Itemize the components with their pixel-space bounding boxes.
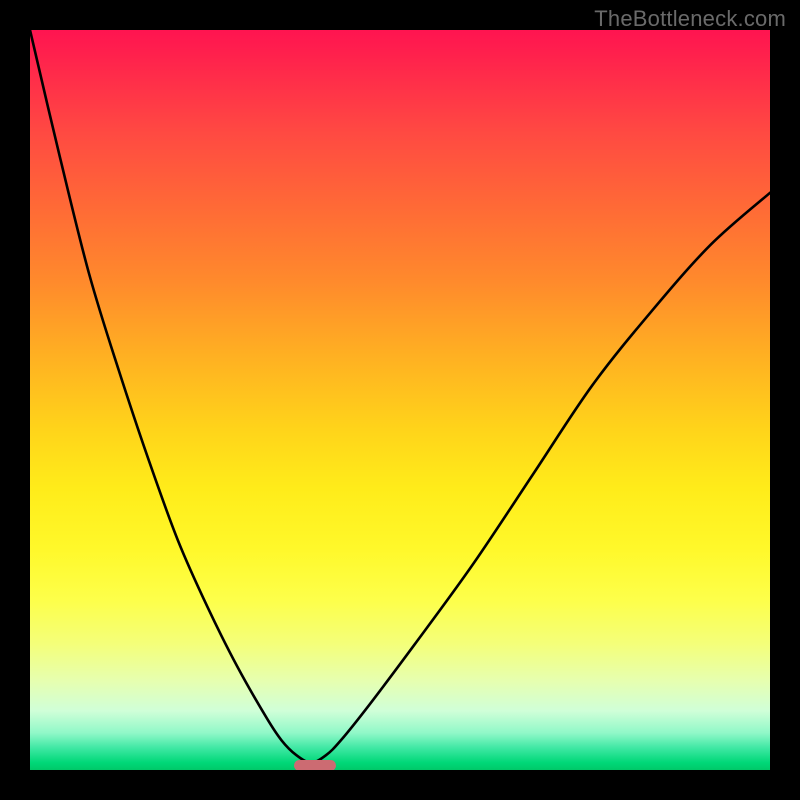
minimum-marker (294, 760, 336, 770)
bottleneck-curve-path (30, 30, 770, 763)
watermark-text: TheBottleneck.com (594, 6, 786, 32)
chart-area (30, 30, 770, 770)
curve-svg (30, 30, 770, 770)
